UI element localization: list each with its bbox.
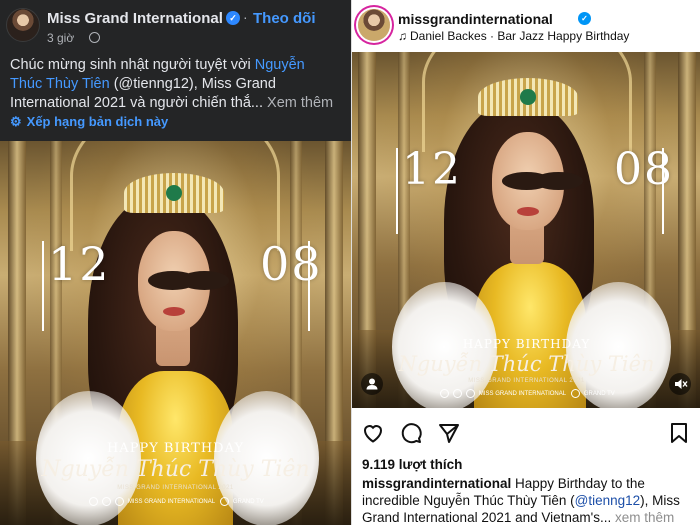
gear-icon: ⚙: [10, 114, 22, 129]
tagged-name-link-cont[interactable]: Thúc Thùy Tiên: [10, 76, 110, 92]
mention-link[interactable]: @tienng12: [575, 493, 641, 508]
mute-button[interactable]: [669, 373, 691, 395]
like-button[interactable]: [360, 420, 386, 446]
date-day: 12: [48, 237, 111, 291]
see-more-link[interactable]: xem thêm: [611, 510, 674, 525]
date-divider: [662, 148, 664, 234]
happy-birthday-text: HAPPY BIRTHDAY: [106, 441, 245, 456]
date-month: 08: [614, 144, 674, 195]
social-handles: MISS GRAND INTERNATIONAL GRAND TV: [352, 389, 700, 398]
date-divider: [308, 241, 310, 331]
caption-line-3: Grand International 2021 and Vietnam's..…: [362, 509, 696, 525]
person-icon: [366, 378, 378, 390]
facebook-icon: [440, 389, 450, 398]
muted-speaker-icon: [675, 379, 688, 389]
tiktok-icon: [466, 389, 476, 398]
instagram-icon: [102, 497, 112, 506]
verified-badge-icon: ✓: [226, 11, 240, 25]
youtube-icon: [220, 497, 230, 506]
share-button[interactable]: [436, 420, 462, 446]
see-more-link[interactable]: Xem thêm: [263, 95, 333, 111]
caption-text: Grand International 2021 and Vietnam's..…: [362, 510, 612, 525]
lips: [517, 207, 539, 216]
caption-text: incredible Nguyễn Thúc Thùy Tiên (: [362, 493, 575, 508]
crown: [478, 78, 578, 116]
caption-username[interactable]: missgrandinternational: [362, 476, 511, 491]
caption-text: International 2021 và người chiến thắ...: [10, 95, 263, 111]
social-org-label: MISS GRAND INTERNATIONAL: [127, 499, 215, 506]
tagged-people-button[interactable]: [361, 373, 383, 395]
date-divider: [396, 148, 398, 234]
instagram-icon: [453, 389, 463, 398]
caption-line-2: incredible Nguyễn Thúc Thùy Tiên (@tienn…: [362, 492, 696, 509]
comment-icon: [401, 423, 422, 444]
date-day: 12: [402, 144, 462, 195]
music-note-icon: ♫: [398, 29, 407, 43]
caption-text: Chúc mừng sinh nhật người tuyệt vời: [10, 57, 255, 73]
honoree-name: Nguyễn Thúc Thùy Tiên: [41, 457, 310, 482]
happy-birthday-text: HAPPY BIRTHDAY: [462, 337, 591, 351]
social-handles: MISS GRAND INTERNATIONAL GRAND TV: [0, 497, 351, 506]
honoree-title: MISS GRAND INTERNATIONAL 2021: [117, 485, 234, 491]
heart-icon: [363, 425, 383, 443]
honoree-name: Nguyễn Thúc Thùy Tiên: [398, 352, 655, 376]
post-caption: Chúc mừng sinh nhật người tuyệt vời Nguy…: [10, 56, 350, 113]
globe-icon: [89, 32, 100, 43]
post-time[interactable]: 3 giờ: [47, 31, 74, 45]
caption-text: (@tienng12), Miss Grand: [109, 76, 276, 92]
social-tv-label: GRAND TV: [232, 499, 264, 506]
like-count[interactable]: 9.119 lượt thích: [362, 457, 462, 472]
save-button[interactable]: [666, 420, 692, 446]
tagged-name-link[interactable]: Nguyễn: [255, 57, 305, 73]
bookmark-icon: [671, 423, 687, 443]
facebook-post: Miss Grand International ✓ · Theo dõi 3 …: [0, 0, 351, 525]
birthday-poster-image[interactable]: 12 08 HAPPY BIRTHDAY Nguyễn Thúc Thùy Ti…: [0, 141, 351, 525]
audio-track-label: Daniel Backes · Bar Jazz Happy Birthday: [410, 29, 630, 43]
caption-line-1: missgrandinternational Happy Birthday to…: [362, 475, 696, 492]
date-month: 08: [260, 237, 323, 291]
rate-translation-link[interactable]: ⚙ Xếp hạng bản dịch này: [10, 114, 168, 130]
rate-translation-label: Xếp hạng bản dịch này: [26, 114, 169, 129]
crown: [124, 173, 224, 213]
caption-line-1: Chúc mừng sinh nhật người tuyệt vời Nguy…: [10, 56, 350, 75]
social-org-label: MISS GRAND INTERNATIONAL: [478, 391, 566, 398]
caption-text: ), Miss: [640, 493, 680, 508]
date-divider: [42, 241, 44, 331]
youtube-icon: [571, 389, 581, 398]
instagram-post: missgrandinternational ✓ ♫ Daniel Backes …: [351, 0, 700, 525]
page-avatar[interactable]: [6, 8, 40, 42]
post-caption: missgrandinternational Happy Birthday to…: [362, 475, 696, 525]
caption-line-2: Thúc Thùy Tiên (@tienng12), Miss Grand: [10, 75, 350, 94]
separator-dot: ·: [243, 9, 248, 25]
profile-avatar[interactable]: [358, 9, 390, 41]
social-tv-label: GRAND TV: [583, 391, 615, 398]
audio-track[interactable]: ♫ Daniel Backes · Bar Jazz Happy Birthday: [398, 29, 629, 43]
username[interactable]: missgrandinternational: [398, 11, 553, 27]
tiktok-icon: [115, 497, 125, 506]
screenshot-collage: Miss Grand International ✓ · Theo dõi 3 …: [0, 0, 700, 525]
birthday-poster-image[interactable]: 12 08 HAPPY BIRTHDAY Nguyễn Thúc Thùy Ti…: [352, 52, 700, 408]
paper-plane-icon: [439, 424, 459, 443]
caption-text: Happy Birthday to the: [511, 476, 645, 491]
follow-button[interactable]: Theo dõi: [253, 10, 316, 27]
honoree-title: MISS GRAND INTERNATIONAL 2021: [468, 378, 585, 384]
facebook-post-header: Miss Grand International ✓ · Theo dõi 3 …: [0, 0, 351, 52]
verified-badge-icon: ✓: [578, 12, 591, 25]
facebook-icon: [89, 497, 99, 506]
page-name[interactable]: Miss Grand International: [47, 10, 223, 27]
post-actions-bar: [352, 420, 700, 450]
caption-line-3: International 2021 và người chiến thắ...…: [10, 94, 350, 113]
lips: [163, 307, 185, 316]
comment-button[interactable]: [398, 420, 424, 446]
eye: [534, 172, 583, 190]
